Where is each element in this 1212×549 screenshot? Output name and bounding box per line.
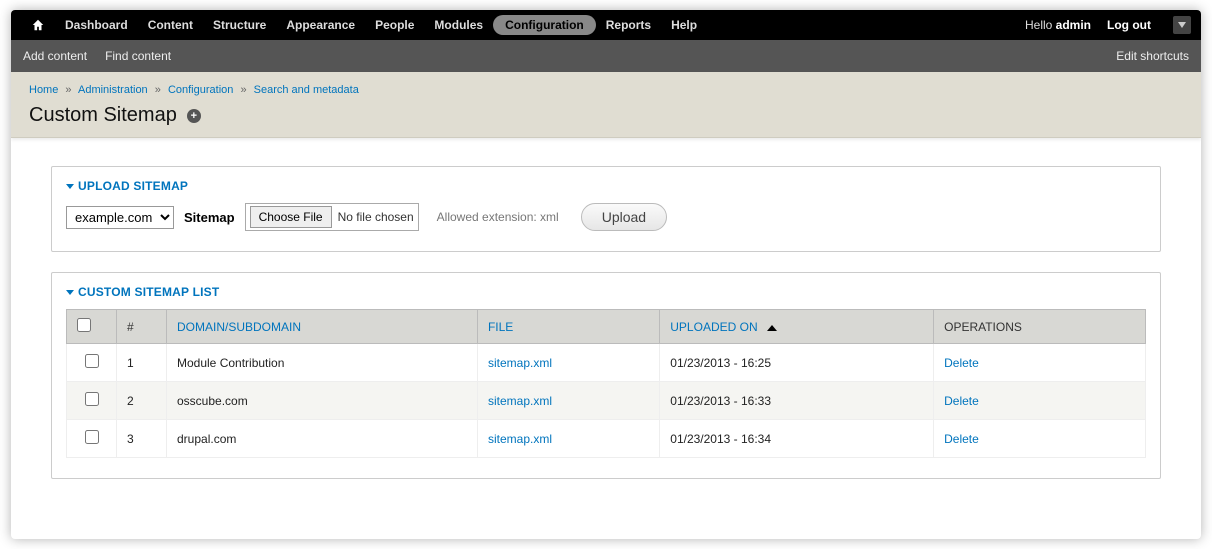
row-checkbox[interactable] xyxy=(85,392,99,406)
logout-link[interactable]: Log out xyxy=(1097,12,1161,38)
page-header: Home » Administration » Configuration » … xyxy=(11,72,1201,138)
breadcrumb-home[interactable]: Home xyxy=(29,84,58,96)
toolbar-item-help[interactable]: Help xyxy=(661,12,707,38)
sitemap-list-legend[interactable]: CUSTOM SITEMAP LIST xyxy=(66,285,1146,299)
col-file-link[interactable]: FILE xyxy=(488,320,513,334)
domain-select[interactable]: example.com xyxy=(66,206,174,229)
table-row: 1 Module Contribution sitemap.xml 01/23/… xyxy=(67,344,1146,382)
col-domain-link[interactable]: DOMAIN/SUBDOMAIN xyxy=(177,320,301,334)
row-uploaded: 01/23/2013 - 16:34 xyxy=(660,420,934,458)
breadcrumb-configuration[interactable]: Configuration xyxy=(168,84,233,96)
upload-sitemap-legend[interactable]: UPLOAD SITEMAP xyxy=(66,179,1146,193)
edit-shortcuts-link[interactable]: Edit shortcuts xyxy=(1116,49,1189,63)
col-num: # xyxy=(117,310,167,344)
sort-asc-icon xyxy=(767,325,777,331)
list-legend-text: CUSTOM SITEMAP LIST xyxy=(78,285,219,299)
upload-sitemap-fieldset: UPLOAD SITEMAP example.com Sitemap Choos… xyxy=(51,166,1161,252)
add-shortcut-icon[interactable]: + xyxy=(187,109,201,123)
table-row: 3 drupal.com sitemap.xml 01/23/2013 - 16… xyxy=(67,420,1146,458)
select-all-checkbox[interactable] xyxy=(77,318,91,332)
row-num: 2 xyxy=(117,382,167,420)
row-uploaded: 01/23/2013 - 16:25 xyxy=(660,344,934,382)
row-domain: Module Contribution xyxy=(167,344,478,382)
row-file-link[interactable]: sitemap.xml xyxy=(488,394,552,408)
row-domain: osscube.com xyxy=(167,382,478,420)
toolbar-item-content[interactable]: Content xyxy=(138,12,203,38)
col-select-all xyxy=(67,310,117,344)
row-checkbox[interactable] xyxy=(85,430,99,444)
table-row: 2 osscube.com sitemap.xml 01/23/2013 - 1… xyxy=(67,382,1146,420)
file-status-text: No file chosen xyxy=(338,210,414,224)
row-checkbox[interactable] xyxy=(85,354,99,368)
toolbar-item-appearance[interactable]: Appearance xyxy=(276,12,365,38)
file-input-wrap: Choose File No file chosen xyxy=(245,203,419,231)
toolbar-item-dashboard[interactable]: Dashboard xyxy=(55,12,138,38)
upload-legend-text: UPLOAD SITEMAP xyxy=(78,179,188,193)
toolbar-item-people[interactable]: People xyxy=(365,12,424,38)
breadcrumb-search-metadata[interactable]: Search and metadata xyxy=(254,84,359,96)
toolbar-item-modules[interactable]: Modules xyxy=(424,12,493,38)
toolbar-item-structure[interactable]: Structure xyxy=(203,12,276,38)
breadcrumb: Home » Administration » Configuration » … xyxy=(29,84,1183,96)
hello-prefix: Hello xyxy=(1025,18,1056,32)
allowed-extension-text: Allowed extension: xml xyxy=(437,210,559,224)
col-domain[interactable]: DOMAIN/SUBDOMAIN xyxy=(167,310,478,344)
user-greeting: Hello admin xyxy=(1025,18,1091,32)
row-num: 3 xyxy=(117,420,167,458)
sitemap-list-fieldset: CUSTOM SITEMAP LIST # DOMAIN/SUBDOMAIN F… xyxy=(51,272,1161,479)
upload-button[interactable]: Upload xyxy=(581,203,667,231)
page-content: UPLOAD SITEMAP example.com Sitemap Choos… xyxy=(11,138,1201,539)
home-icon[interactable] xyxy=(21,12,55,38)
shortcut-add-content[interactable]: Add content xyxy=(23,49,87,63)
toolbar-item-configuration[interactable]: Configuration xyxy=(493,15,596,35)
row-num: 1 xyxy=(117,344,167,382)
breadcrumb-administration[interactable]: Administration xyxy=(78,84,148,96)
row-delete-link[interactable]: Delete xyxy=(944,356,979,370)
admin-toolbar: Dashboard Content Structure Appearance P… xyxy=(11,10,1201,40)
row-file-link[interactable]: sitemap.xml xyxy=(488,356,552,370)
row-uploaded: 01/23/2013 - 16:33 xyxy=(660,382,934,420)
col-operations: OPERATIONS xyxy=(934,310,1146,344)
col-uploaded-link[interactable]: UPLOADED ON xyxy=(670,320,757,334)
shortcut-find-content[interactable]: Find content xyxy=(105,49,171,63)
sitemap-label: Sitemap xyxy=(184,210,235,225)
row-domain: drupal.com xyxy=(167,420,478,458)
breadcrumb-sep: » xyxy=(155,84,161,96)
breadcrumb-sep: » xyxy=(65,84,71,96)
sitemap-table: # DOMAIN/SUBDOMAIN FILE UPLOADED ON OPER… xyxy=(66,309,1146,458)
breadcrumb-sep: » xyxy=(240,84,246,96)
toolbar-item-reports[interactable]: Reports xyxy=(596,12,661,38)
row-delete-link[interactable]: Delete xyxy=(944,394,979,408)
caret-down-icon xyxy=(66,290,74,295)
caret-down-icon xyxy=(66,184,74,189)
username: admin xyxy=(1056,18,1091,32)
shortcut-bar: Add content Find content Edit shortcuts xyxy=(11,40,1201,72)
page-title: Custom Sitemap xyxy=(29,104,177,127)
col-uploaded[interactable]: UPLOADED ON xyxy=(660,310,934,344)
col-file[interactable]: FILE xyxy=(477,310,659,344)
row-file-link[interactable]: sitemap.xml xyxy=(488,432,552,446)
toolbar-toggle-icon[interactable] xyxy=(1173,16,1191,34)
choose-file-button[interactable]: Choose File xyxy=(250,206,332,228)
row-delete-link[interactable]: Delete xyxy=(944,432,979,446)
